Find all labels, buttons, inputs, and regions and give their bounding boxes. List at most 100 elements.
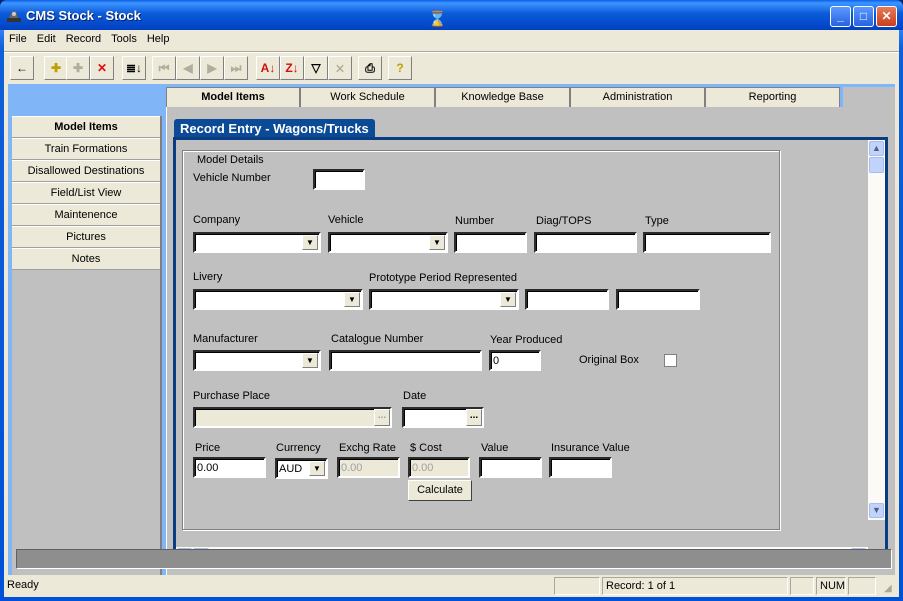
scroll-up-button[interactable]: ▲ bbox=[869, 141, 884, 156]
sidebar-item-train-formations[interactable]: Train Formations bbox=[12, 138, 160, 160]
tab-model-items[interactable]: Model Items bbox=[166, 87, 300, 108]
period-from-input[interactable] bbox=[525, 289, 609, 310]
resize-grip-icon[interactable]: ◢ bbox=[884, 583, 892, 594]
company-combo[interactable]: ▼ bbox=[193, 232, 321, 253]
diag-tops-input[interactable] bbox=[534, 232, 637, 253]
livery-label: Livery bbox=[193, 271, 223, 283]
status-record: Record: 1 of 1 bbox=[602, 577, 788, 595]
price-input[interactable] bbox=[193, 457, 266, 478]
minimize-button[interactable]: _ bbox=[830, 6, 851, 27]
browse-purchase-place-button[interactable]: ... bbox=[374, 409, 390, 426]
original-box-checkbox[interactable] bbox=[664, 354, 677, 367]
chevron-down-icon[interactable]: ▼ bbox=[302, 235, 318, 250]
sidebar-item-disallowed-destinations[interactable]: Disallowed Destinations bbox=[12, 160, 160, 182]
sidebar-item-pictures[interactable]: Pictures bbox=[12, 226, 160, 248]
status-num: NUM bbox=[816, 577, 846, 595]
price-label: Price bbox=[195, 442, 221, 454]
print-button[interactable]: ⎙ bbox=[358, 56, 382, 80]
menu-tools[interactable]: Tools bbox=[106, 30, 142, 45]
diag-tops-label: Diag/TOPS bbox=[536, 215, 592, 227]
remove-filter-icon: ⨯ bbox=[334, 61, 346, 75]
livery-combo[interactable]: ▼ bbox=[193, 289, 363, 310]
chevron-down-icon[interactable]: ▼ bbox=[500, 292, 516, 307]
filter-button[interactable]: ▽ bbox=[304, 56, 328, 80]
vehicle-number-input[interactable] bbox=[313, 169, 365, 190]
menu-file[interactable]: File bbox=[4, 30, 32, 45]
vehicle-label: Vehicle bbox=[328, 214, 364, 226]
chevron-down-icon[interactable]: ▼ bbox=[344, 292, 360, 307]
calculate-button[interactable]: Calculate bbox=[408, 480, 472, 501]
menu-edit[interactable]: Edit bbox=[32, 30, 61, 45]
close-button[interactable]: ✕ bbox=[876, 6, 897, 27]
tab-knowledge-base[interactable]: Knowledge Base bbox=[435, 87, 570, 107]
value-label: Value bbox=[481, 442, 509, 454]
insurance-value-input[interactable] bbox=[549, 457, 612, 478]
type-input[interactable] bbox=[643, 232, 771, 253]
number-input[interactable] bbox=[454, 232, 527, 253]
year-produced-input[interactable] bbox=[489, 350, 541, 371]
chevron-down-icon[interactable]: ▼ bbox=[309, 461, 325, 476]
remove-filter-button[interactable]: ⨯ bbox=[328, 56, 352, 80]
period-to-input[interactable] bbox=[616, 289, 700, 310]
next-record-icon: ▶ bbox=[207, 61, 217, 75]
maximize-button[interactable]: □ bbox=[853, 6, 874, 27]
exchg-rate-input bbox=[337, 457, 400, 478]
status-cell-scroll bbox=[848, 577, 876, 595]
insurance-value-label: Insurance Value bbox=[551, 442, 630, 454]
sidebar-item-model-items[interactable]: Model Items bbox=[12, 116, 160, 138]
currency-combo[interactable]: AUD ▼ bbox=[275, 458, 328, 479]
vehicle-combo[interactable]: ▼ bbox=[328, 232, 448, 253]
prototype-period-combo[interactable]: ▼ bbox=[369, 289, 519, 310]
back-icon: ← bbox=[16, 61, 28, 75]
sort-descending-button[interactable]: Z↓ bbox=[280, 56, 304, 80]
scroll-down-button[interactable]: ▼ bbox=[869, 503, 884, 518]
exchg-rate-label: Exchg Rate bbox=[339, 442, 396, 454]
last-record-icon: ⏭ bbox=[230, 61, 242, 75]
add-record-button[interactable]: ✚ bbox=[44, 56, 68, 80]
vertical-scrollbar[interactable]: ▲ ▼ bbox=[868, 140, 885, 520]
manufacturer-combo[interactable]: ▼ bbox=[193, 350, 321, 371]
previous-record-button[interactable]: ◀ bbox=[176, 56, 200, 80]
manufacturer-label: Manufacturer bbox=[193, 333, 258, 345]
catalogue-number-input[interactable] bbox=[329, 350, 482, 371]
back-button[interactable]: ← bbox=[10, 56, 34, 80]
value-input[interactable] bbox=[479, 457, 542, 478]
help-button[interactable]: ? bbox=[388, 56, 412, 80]
add-copy-record-icon: ✚ bbox=[72, 61, 84, 75]
cost-input bbox=[408, 457, 470, 478]
last-record-button[interactable]: ⏭ bbox=[224, 56, 248, 80]
sort-list-button[interactable]: ≣↓ bbox=[122, 56, 146, 80]
tab-work-schedule[interactable]: Work Schedule bbox=[300, 87, 435, 107]
vertical-scroll-thumb[interactable] bbox=[869, 157, 884, 173]
record-entry-title: Record Entry - Wagons/Trucks bbox=[174, 119, 375, 139]
sidebar-item-notes[interactable]: Notes bbox=[12, 248, 160, 270]
currency-label: Currency bbox=[276, 442, 321, 454]
sort-descending-icon: Z↓ bbox=[285, 61, 299, 75]
status-bar: Ready Record: 1 of 1 NUM ◢ bbox=[4, 575, 899, 597]
chevron-down-icon[interactable]: ▼ bbox=[429, 235, 445, 250]
catalogue-number-label: Catalogue Number bbox=[331, 333, 424, 345]
prototype-period-label: Prototype Period Represented bbox=[369, 272, 517, 284]
delete-record-button[interactable]: ✕ bbox=[90, 56, 114, 80]
original-box-label: Original Box bbox=[579, 354, 639, 366]
app-icon bbox=[7, 11, 21, 22]
sidebar-item-field-list-view[interactable]: Field/List View bbox=[12, 182, 160, 204]
menu-record[interactable]: Record bbox=[61, 30, 106, 45]
date-input[interactable]: ... bbox=[402, 407, 484, 428]
menu-help[interactable]: Help bbox=[142, 30, 175, 45]
print-icon: ⎙ bbox=[365, 61, 375, 75]
sort-list-icon: ≣↓ bbox=[125, 61, 143, 75]
title-bar[interactable]: CMS Stock - Stock ⌛ _ □ ✕ bbox=[0, 0, 903, 30]
next-record-button[interactable]: ▶ bbox=[200, 56, 224, 80]
sidebar-item-maintenence[interactable]: Maintenence bbox=[12, 204, 160, 226]
chevron-down-icon[interactable]: ▼ bbox=[302, 353, 318, 368]
tab-reporting[interactable]: Reporting bbox=[705, 87, 840, 107]
purchase-place-input[interactable]: ... bbox=[193, 407, 392, 428]
previous-record-icon: ◀ bbox=[183, 61, 193, 75]
date-picker-button[interactable]: ... bbox=[466, 409, 482, 426]
first-record-button[interactable]: ⏮ bbox=[152, 56, 176, 80]
help-icon: ? bbox=[396, 61, 404, 75]
add-copy-record-button[interactable]: ✚ bbox=[66, 56, 90, 80]
sort-ascending-button[interactable]: A↓ bbox=[256, 56, 280, 80]
tab-administration[interactable]: Administration bbox=[570, 87, 705, 107]
